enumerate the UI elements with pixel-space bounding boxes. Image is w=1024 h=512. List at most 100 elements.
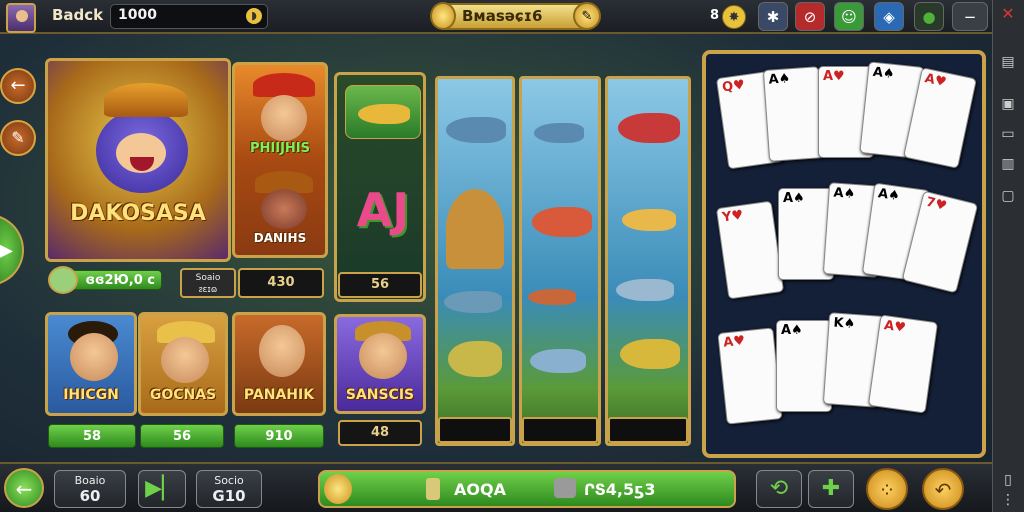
card-rank: A♥ [823, 69, 845, 84]
fish-shape [528, 289, 576, 305]
coin-add-icon[interactable]: ✎ [573, 2, 601, 30]
game-card-main[interactable]: DAKOSASA [45, 58, 231, 262]
tools-icon: ✎ [11, 128, 25, 147]
refresh-button[interactable]: ⟲ [756, 470, 802, 508]
edit-icon[interactable]: ▣ [998, 94, 1018, 114]
fish-shape [358, 104, 410, 124]
playing-card[interactable]: Y♥ [715, 200, 785, 300]
balance-value: 1000 [118, 7, 157, 23]
fish-symbol-tile [345, 85, 421, 139]
gallery-icon[interactable]: ▥ [998, 154, 1018, 174]
fish-shape [616, 279, 674, 301]
panel-title-bottom: DANIHS [253, 231, 307, 245]
card-rank: A♠ [783, 191, 805, 206]
stat-label-3: Socio [214, 474, 244, 487]
character-face [261, 95, 307, 141]
mini-label-top: Soaio [195, 273, 221, 283]
fish-shape [530, 349, 586, 373]
play-icon: ▶ [0, 240, 13, 261]
card-rank: A♠ [833, 185, 856, 202]
play-side-button[interactable]: ▶ [0, 214, 24, 286]
puzzle-button[interactable]: ✚ [808, 470, 854, 508]
coin-count: 8 [710, 8, 720, 23]
game-card-symbols[interactable]: AJ [334, 72, 426, 302]
reel-footer [608, 417, 688, 443]
right-toolbar [992, 0, 1024, 512]
card-rank: K♠ [833, 315, 856, 332]
phone-icon[interactable]: ▯ [998, 470, 1018, 490]
stat-button-3[interactable]: Socio G10 [196, 470, 262, 508]
card-rank: A♥ [883, 318, 907, 336]
status-dot-icon[interactable]: ● [914, 2, 944, 31]
back-round-button[interactable]: ← [4, 468, 44, 508]
chip-icon [554, 478, 576, 498]
stat-value-1: 60 [79, 487, 101, 505]
mascot-hat [104, 83, 188, 117]
playing-card[interactable]: A♥ [717, 327, 783, 425]
shield-icon[interactable]: ◈ [874, 2, 904, 31]
back-button[interactable]: ← [0, 68, 36, 104]
coin-icon[interactable]: ✸ [722, 5, 746, 29]
game-card-panel2[interactable]: PHIIJHIS DANIHS [232, 62, 328, 258]
small-title-4: SANSCIS [345, 387, 415, 403]
fish-shape [534, 123, 584, 143]
undo-button[interactable]: ↶ [922, 468, 964, 510]
character-face [259, 325, 305, 377]
small-value-3: 910 [234, 424, 324, 448]
game-card-small-3[interactable]: PANAHIK [232, 312, 326, 416]
playing-card[interactable]: A♥ [867, 314, 939, 414]
fish-shape [620, 339, 680, 369]
small-value-4: 48 [338, 420, 422, 446]
game-title: Bмasəɕɪ6 [462, 7, 543, 25]
player-avatar[interactable] [6, 3, 36, 33]
mini-label-box: Soaio ᴤɛɪɷ [180, 268, 236, 298]
card-rank: A♠ [877, 186, 901, 205]
card-rank: A♥ [722, 333, 746, 351]
grid-menu-button[interactable]: ⁘ [866, 468, 908, 510]
small-title-1: IHICGN [63, 387, 119, 403]
tools-button[interactable]: ✎ [0, 120, 36, 156]
play-button[interactable]: ▶▏ [138, 470, 186, 508]
stat-button-1[interactable]: Boaio 60 [54, 470, 126, 508]
card-rank: A♠ [872, 64, 896, 83]
fish-shape [444, 291, 502, 313]
stat-label-1: Boaio [74, 474, 106, 487]
more-icon[interactable]: ⋮ [998, 490, 1018, 510]
center-label: AOQA [454, 480, 506, 499]
character-face [70, 333, 118, 381]
settings-gear-icon[interactable]: ✱ [758, 2, 788, 31]
fish-reel-3 [605, 76, 691, 446]
playing-card[interactable]: A♠ [762, 66, 826, 162]
grid-icon: ⁘ [878, 478, 896, 502]
dock-icon[interactable]: ▢ [998, 186, 1018, 206]
character-face [161, 337, 209, 383]
mini-value: 430 [238, 268, 324, 298]
profile-icon[interactable]: ☺ [834, 2, 864, 31]
fish-shape [448, 341, 502, 377]
menu-icon[interactable]: − [952, 2, 988, 31]
bowl-symbol [446, 189, 504, 269]
fish-reel-2 [519, 76, 601, 446]
fish-shape [618, 113, 680, 143]
game-card-small-4[interactable]: SANSCIS [334, 314, 426, 414]
close-icon[interactable]: ✕ [998, 4, 1018, 24]
small-title-2: GOCNAS [149, 387, 217, 403]
center-value: ՐՏ4,5ƽ3 [584, 480, 656, 499]
card-rank: Q♥ [721, 77, 746, 96]
game-title-main: DAKOSASA [70, 201, 206, 226]
game-card-small-2[interactable]: GOCNAS [138, 312, 228, 416]
playing-cards-panel: Q♥ A♠ A♥ A♠ A♥ Y♥ A♠ A♠ A♠ 7♥ A♥ A♠ K♠ A… [702, 50, 986, 458]
card-rank: A♠ [768, 71, 791, 88]
fish-shape [532, 207, 592, 237]
fish-shape [622, 209, 676, 231]
refresh-icon: ⟲ [769, 476, 789, 501]
no-entry-icon[interactable]: ⊘ [795, 2, 825, 31]
game-card-small-1[interactable]: IHICGN [45, 312, 137, 416]
arrow-left-icon: ← [10, 75, 26, 96]
fish-shape [446, 117, 506, 143]
character-face [359, 333, 407, 379]
small-value-2: 56 [140, 424, 224, 448]
window-icon[interactable]: ▤ [998, 52, 1018, 72]
list-icon[interactable]: ▭ [998, 124, 1018, 144]
card-rank: 7♥ [924, 194, 949, 215]
